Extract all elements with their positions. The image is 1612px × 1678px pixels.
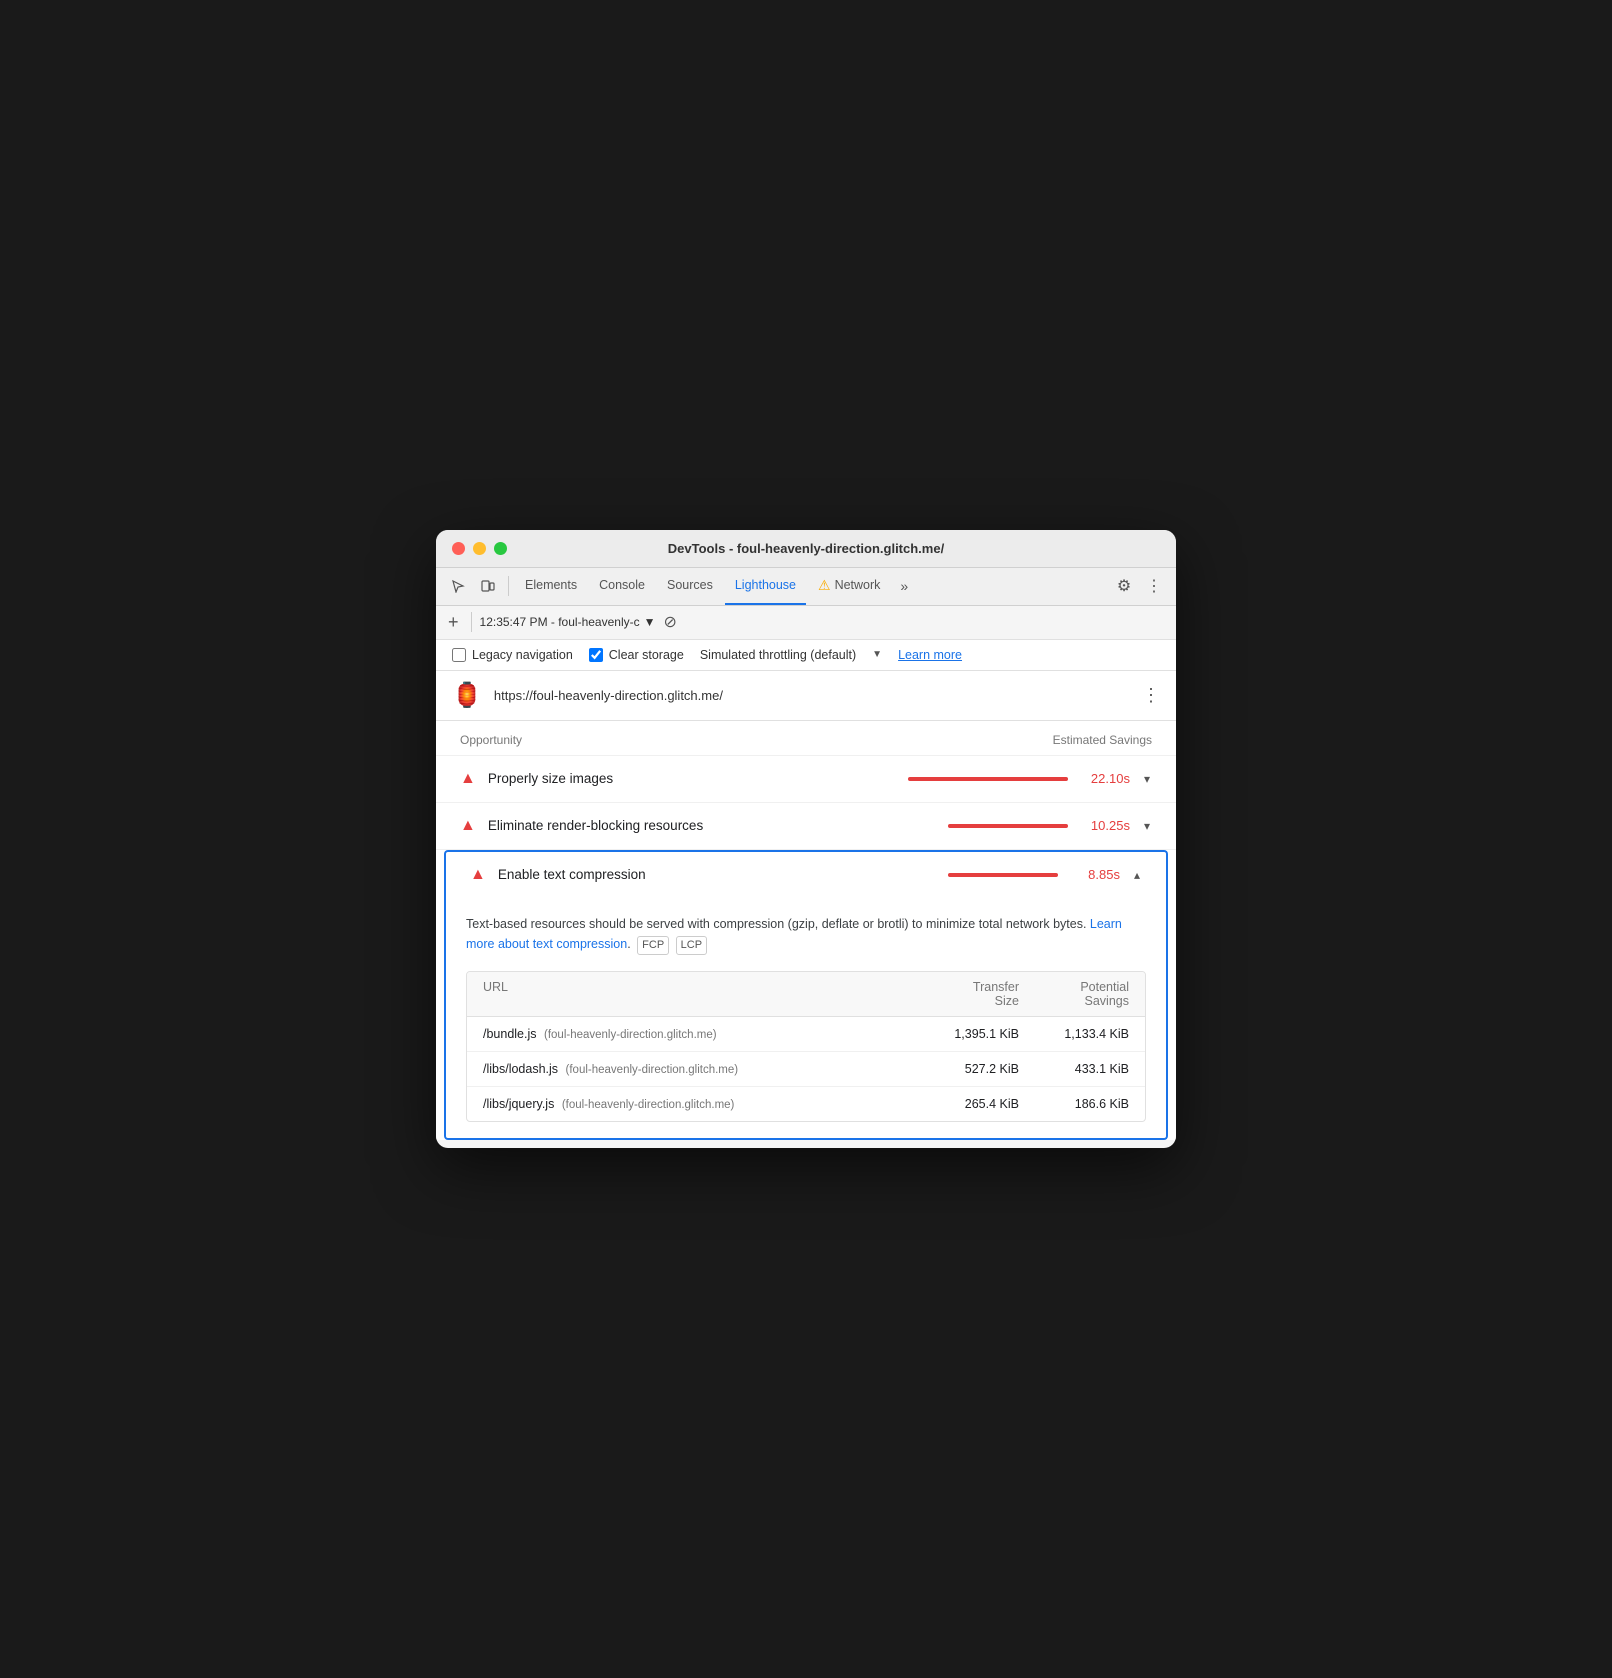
savings-value-3: 8.85s xyxy=(1070,867,1120,882)
row-transfer-2: 527.2 KiB xyxy=(919,1062,1019,1076)
throttling-label: Simulated throttling (default) xyxy=(700,648,856,662)
more-options-icon[interactable]: ⋮ xyxy=(1140,572,1168,600)
more-tabs-button[interactable]: » xyxy=(892,578,916,594)
expand-button-1[interactable]: ▾ xyxy=(1142,770,1152,788)
table-row-jquery-js: /libs/jquery.js (foul-heavenly-direction… xyxy=(467,1087,1145,1121)
row-savings-1: 1,133.4 KiB xyxy=(1019,1027,1129,1041)
tab-lighthouse[interactable]: Lighthouse xyxy=(725,567,806,605)
row-savings-2: 433.1 KiB xyxy=(1019,1062,1129,1076)
savings-bar-1 xyxy=(908,777,1068,781)
url-more-button[interactable]: ⋮ xyxy=(1142,685,1160,706)
row-filename-2: /libs/lodash.js xyxy=(483,1062,558,1076)
warning-triangle-icon-3: ▲ xyxy=(470,866,486,884)
audit-description: Text-based resources should be served wi… xyxy=(466,914,1146,956)
content-area: Opportunity Estimated Savings ▲ Properly… xyxy=(436,721,1176,1141)
fcp-badge: FCP xyxy=(637,936,669,956)
clear-storage-label: Clear storage xyxy=(609,648,684,662)
row-filename-1: /bundle.js xyxy=(483,1027,537,1041)
secondary-toolbar: + 12:35:47 PM - foul-heavenly-c ▼ ⊘ xyxy=(436,606,1176,640)
learn-more-button[interactable]: Learn more xyxy=(898,648,962,662)
opportunity-header: Opportunity Estimated Savings xyxy=(436,721,1176,756)
devtools-window: DevTools - foul-heavenly-direction.glitc… xyxy=(436,530,1176,1149)
expanded-audit-content: Text-based resources should be served wi… xyxy=(444,898,1168,1141)
session-label: 12:35:47 PM - foul-heavenly-c xyxy=(480,615,640,629)
col-url-header: URL xyxy=(483,980,919,1008)
session-selector[interactable]: 12:35:47 PM - foul-heavenly-c ▼ xyxy=(480,615,656,629)
description-part1: Text-based resources should be served wi… xyxy=(466,917,1086,931)
url-bar: 🏮 https://foul-heavenly-direction.glitch… xyxy=(436,671,1176,721)
device-toggle-icon[interactable] xyxy=(474,572,502,600)
lcp-badge: LCP xyxy=(676,936,707,956)
savings-value-2: 10.25s xyxy=(1080,818,1130,833)
minimize-button[interactable] xyxy=(473,542,486,555)
clear-storage-option[interactable]: Clear storage xyxy=(589,648,684,662)
table-header: URL TransferSize PotentialSavings xyxy=(467,972,1145,1017)
warning-triangle-icon-2: ▲ xyxy=(460,817,476,835)
row-filename-3: /libs/jquery.js xyxy=(483,1097,554,1111)
toolbar-separator xyxy=(471,612,472,632)
maximize-button[interactable] xyxy=(494,542,507,555)
window-title: DevTools - foul-heavenly-direction.glitc… xyxy=(668,541,944,556)
estimated-savings-label: Estimated Savings xyxy=(1053,733,1152,747)
legacy-navigation-checkbox[interactable] xyxy=(452,648,466,662)
expand-button-3[interactable]: ▴ xyxy=(1132,866,1142,884)
expand-button-2[interactable]: ▾ xyxy=(1142,817,1152,835)
col-transfer-header: TransferSize xyxy=(919,980,1019,1008)
tab-sources[interactable]: Sources xyxy=(657,567,723,605)
row-domain-1: (foul-heavenly-direction.glitch.me) xyxy=(544,1029,717,1041)
row-domain-3: (foul-heavenly-direction.glitch.me) xyxy=(562,1099,735,1111)
settings-icon[interactable]: ⚙ xyxy=(1110,572,1138,600)
row-url-3: /libs/jquery.js (foul-heavenly-direction… xyxy=(483,1097,919,1111)
title-bar: DevTools - foul-heavenly-direction.glitc… xyxy=(436,530,1176,568)
savings-value-1: 22.10s xyxy=(1080,771,1130,786)
legacy-navigation-option[interactable]: Legacy navigation xyxy=(452,648,573,662)
audit-title-3: Enable text compression xyxy=(498,867,936,882)
traffic-lights xyxy=(452,542,507,555)
row-domain-2: (foul-heavenly-direction.glitch.me) xyxy=(566,1064,739,1076)
warning-triangle-icon-1: ▲ xyxy=(460,770,476,788)
throttling-dropdown-arrow[interactable]: ▼ xyxy=(872,649,882,660)
no-entry-icon: ⊘ xyxy=(664,612,677,632)
compression-table: URL TransferSize PotentialSavings /bundl… xyxy=(466,971,1146,1122)
table-row-lodash-js: /libs/lodash.js (foul-heavenly-direction… xyxy=(467,1052,1145,1087)
opportunity-label: Opportunity xyxy=(460,733,522,747)
close-button[interactable] xyxy=(452,542,465,555)
savings-bar-container-2 xyxy=(948,824,1068,828)
lighthouse-icon: 🏮 xyxy=(452,681,482,710)
options-bar: Legacy navigation Clear storage Simulate… xyxy=(436,640,1176,671)
url-display: https://foul-heavenly-direction.glitch.m… xyxy=(494,688,1130,703)
savings-bar-2 xyxy=(948,824,1068,828)
tab-network[interactable]: ⚠ Network xyxy=(808,567,890,605)
add-session-button[interactable]: + xyxy=(444,613,463,631)
audit-title-2: Eliminate render-blocking resources xyxy=(488,818,936,833)
audit-row-render-blocking[interactable]: ▲ Eliminate render-blocking resources 10… xyxy=(436,803,1176,850)
row-url-2: /libs/lodash.js (foul-heavenly-direction… xyxy=(483,1062,919,1076)
audit-title-1: Properly size images xyxy=(488,771,896,786)
clear-storage-checkbox[interactable] xyxy=(589,648,603,662)
tab-elements[interactable]: Elements xyxy=(515,567,587,605)
savings-bar-container-3 xyxy=(948,873,1058,877)
row-transfer-3: 265.4 KiB xyxy=(919,1097,1019,1111)
period: . xyxy=(627,937,630,951)
legacy-navigation-label: Legacy navigation xyxy=(472,648,573,662)
row-savings-3: 186.6 KiB xyxy=(1019,1097,1129,1111)
table-row-bundle-js: /bundle.js (foul-heavenly-direction.glit… xyxy=(467,1017,1145,1052)
network-warning-icon: ⚠ xyxy=(818,577,831,594)
savings-bar-container-1 xyxy=(908,777,1068,781)
tab-separator xyxy=(508,576,509,596)
audit-row-text-compression[interactable]: ▲ Enable text compression 8.85s ▴ xyxy=(444,850,1168,898)
session-dropdown-arrow: ▼ xyxy=(644,615,656,629)
devtools-tabs-bar: Elements Console Sources Lighthouse ⚠ Ne… xyxy=(436,568,1176,606)
cursor-icon[interactable] xyxy=(444,572,472,600)
tab-console[interactable]: Console xyxy=(589,567,655,605)
savings-bar-3 xyxy=(948,873,1058,877)
row-transfer-1: 1,395.1 KiB xyxy=(919,1027,1019,1041)
audit-row-properly-size-images[interactable]: ▲ Properly size images 22.10s ▾ xyxy=(436,756,1176,803)
col-savings-header: PotentialSavings xyxy=(1019,980,1129,1008)
row-url-1: /bundle.js (foul-heavenly-direction.glit… xyxy=(483,1027,919,1041)
